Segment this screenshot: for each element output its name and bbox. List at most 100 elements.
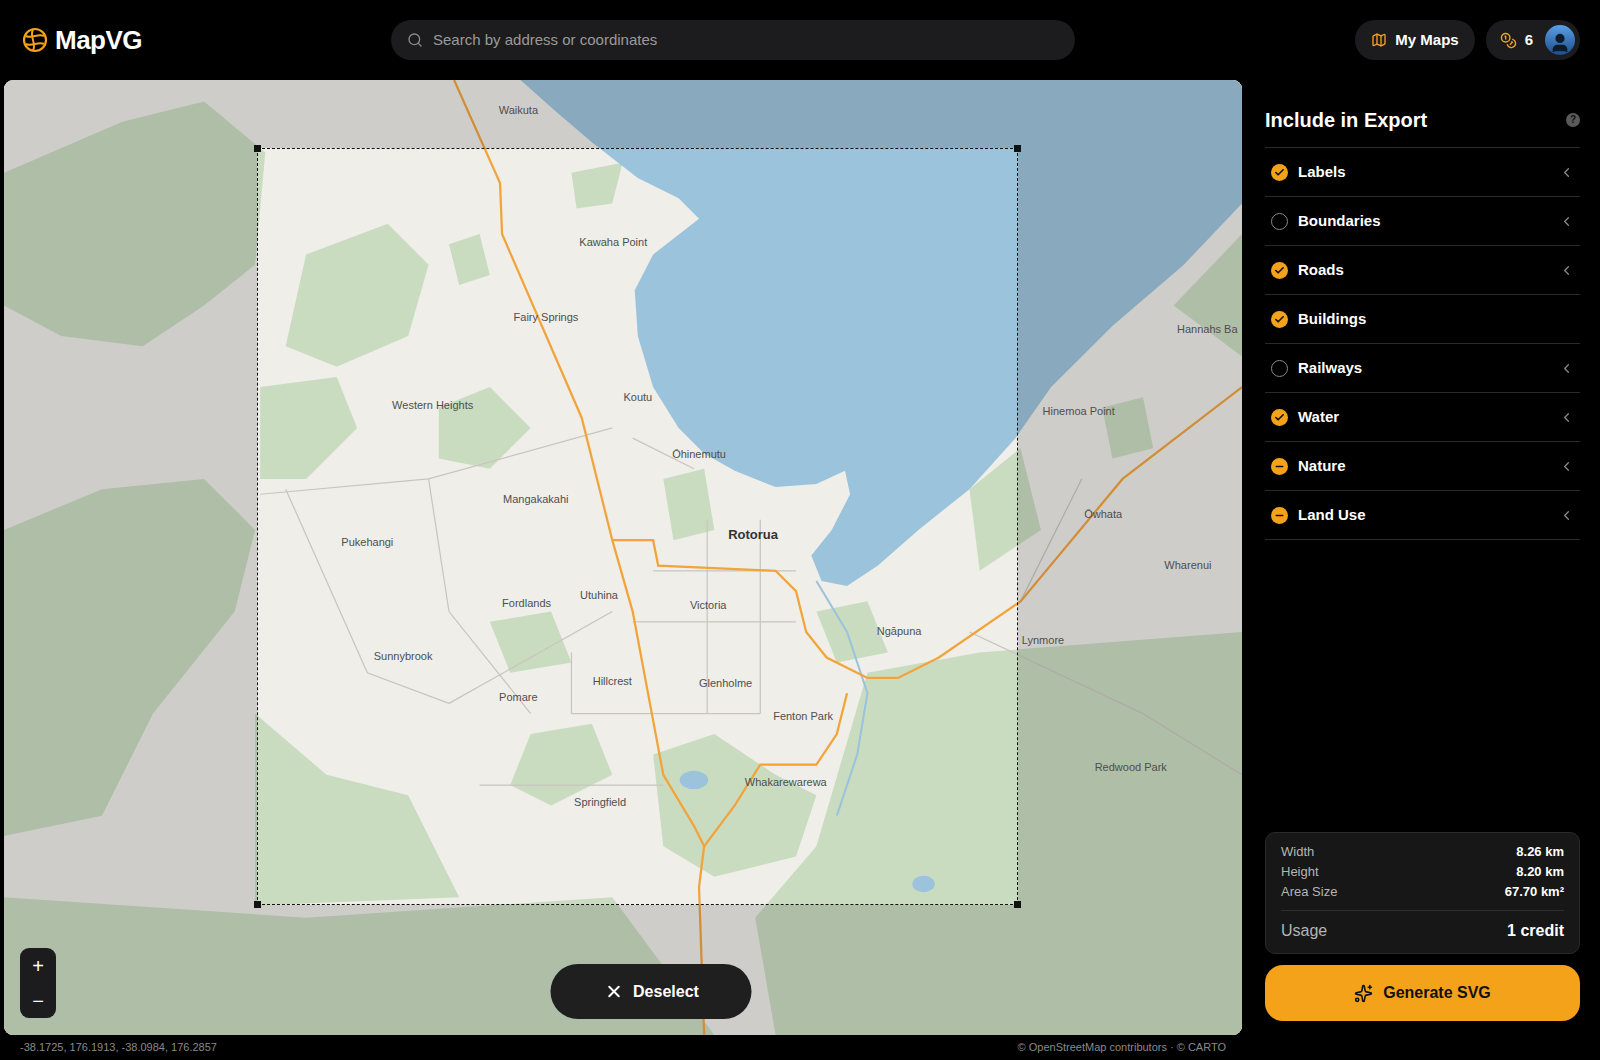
chevron-left-icon[interactable] <box>1559 263 1574 278</box>
map-drawing <box>4 80 1242 1035</box>
chevron-left-icon[interactable] <box>1559 459 1574 474</box>
place-label: Western Heights <box>392 397 473 414</box>
selection-handle[interactable] <box>1014 145 1021 152</box>
place-label: Springfield <box>574 794 626 811</box>
place-label: Ōhinemutu <box>672 446 726 463</box>
avatar-icon <box>1549 32 1571 54</box>
search-field[interactable]: Search by address or coordinates <box>391 20 1075 60</box>
app: MapVG Search by address or coordinates My … <box>0 0 1600 1060</box>
stats-card: Width8.26 kmHeight8.20 kmArea Size67.70 … <box>1265 832 1580 954</box>
place-label: Fenton Park <box>773 707 833 724</box>
checked-icon[interactable] <box>1271 262 1288 279</box>
checked-icon[interactable] <box>1271 409 1288 426</box>
chevron-left-icon[interactable] <box>1559 508 1574 523</box>
place-label: Whakarewarewa <box>745 774 827 791</box>
deselect-button[interactable]: Deselect <box>551 964 752 1019</box>
partial-icon[interactable] <box>1271 458 1288 475</box>
header-actions: My Maps 6 <box>1075 20 1600 60</box>
place-label: Victoria <box>690 597 726 614</box>
layer-label: Railways <box>1298 357 1362 380</box>
layer-label: Buildings <box>1298 308 1366 331</box>
usage-row: Usage1 credit <box>1281 919 1564 943</box>
generate-svg-button[interactable]: Generate SVG <box>1265 965 1580 1021</box>
my-maps-button[interactable]: My Maps <box>1355 20 1474 60</box>
checked-icon[interactable] <box>1271 164 1288 181</box>
map-icon <box>1371 32 1387 48</box>
layer-row[interactable]: Nature <box>1265 442 1580 491</box>
coins-icon <box>1500 32 1517 49</box>
layer-label: Roads <box>1298 259 1344 282</box>
chevron-left-icon[interactable] <box>1559 410 1574 425</box>
export-panel: Include in Export? Labels Boundaries Roads B… <box>1265 80 1580 1060</box>
place-label: Rotorua <box>728 525 778 545</box>
stat-row: Width8.26 km <box>1281 842 1564 862</box>
unchecked-icon[interactable] <box>1271 213 1288 230</box>
layer-list: Labels Boundaries Roads Buildings Railways Wa… <box>1265 148 1580 540</box>
place-label: Redwood Park <box>1095 758 1167 775</box>
layer-label: Nature <box>1298 455 1346 478</box>
place-label: Ōwhata <box>1084 505 1122 522</box>
layer-label: Labels <box>1298 161 1346 184</box>
layer-label: Land Use <box>1298 504 1366 527</box>
unchecked-icon[interactable] <box>1271 360 1288 377</box>
map[interactable]: Waikuta Kawaha Point Fairy Springs Western … <box>4 80 1242 1035</box>
credits-count: 6 <box>1525 29 1533 52</box>
avatar[interactable] <box>1545 25 1575 55</box>
map-footer: -38.1725, 176.1913, -38.0984, 176.2857 © … <box>4 1035 1242 1059</box>
place-label: Pukehangi <box>341 534 393 551</box>
layer-label: Boundaries <box>1298 210 1381 233</box>
partial-icon[interactable] <box>1271 507 1288 524</box>
place-label: Kawaha Point <box>579 234 647 251</box>
place-label: Glenholme <box>699 675 752 692</box>
place-label: Lynmore <box>1022 632 1064 649</box>
chevron-left-icon[interactable] <box>1559 165 1574 180</box>
layer-row[interactable]: Water <box>1265 393 1580 442</box>
place-label: Fairy Springs <box>514 308 579 325</box>
logo-text: MapVG <box>55 21 142 60</box>
place-label: Sunnybrook <box>374 648 433 665</box>
place-label: Utuhina <box>580 587 618 604</box>
layer-row[interactable]: Boundaries <box>1265 197 1580 246</box>
credits-pill[interactable]: 6 <box>1486 20 1580 60</box>
logo[interactable]: MapVG <box>0 21 391 60</box>
place-label: Mangakakahi <box>503 491 568 508</box>
layer-row[interactable]: Land Use <box>1265 491 1580 540</box>
selection-handle[interactable] <box>254 145 261 152</box>
chevron-left-icon[interactable] <box>1559 361 1574 376</box>
help-icon[interactable]: ? <box>1566 113 1580 127</box>
close-icon <box>604 982 623 1001</box>
stat-row: Area Size67.70 km² <box>1281 882 1564 902</box>
layer-row[interactable]: Railways <box>1265 344 1580 393</box>
export-title: Include in Export <box>1265 105 1427 135</box>
search-placeholder: Search by address or coordinates <box>433 29 657 52</box>
selection-box[interactable] <box>257 148 1017 905</box>
map-column: Waikuta Kawaha Point Fairy Springs Western … <box>4 80 1242 1060</box>
layer-label: Water <box>1298 406 1339 429</box>
selection-handle[interactable] <box>1014 901 1021 908</box>
sparkles-icon <box>1354 984 1373 1003</box>
layer-row[interactable]: Buildings <box>1265 295 1580 344</box>
stat-row: Height8.20 km <box>1281 862 1564 882</box>
checked-icon[interactable] <box>1271 311 1288 328</box>
place-label: Pomare <box>499 689 538 706</box>
layer-row[interactable]: Roads <box>1265 246 1580 295</box>
place-label: Hillcrest <box>593 673 632 690</box>
place-label: Hinemoa Point <box>1043 402 1115 419</box>
search-icon <box>407 32 423 48</box>
place-label: Waikuta <box>499 101 538 118</box>
selection-handle[interactable] <box>254 901 261 908</box>
logo-icon <box>22 27 48 53</box>
place-label: Fordlands <box>502 595 551 612</box>
divider <box>1281 910 1564 911</box>
export-header: Include in Export? <box>1265 105 1580 148</box>
chevron-left-icon[interactable] <box>1559 214 1574 229</box>
place-label: Koutu <box>623 389 652 406</box>
attribution: © OpenStreetMap contributors · © CARTO <box>1018 1039 1226 1056</box>
place-label: Ngāpuna <box>877 623 922 640</box>
zoom-controls: +− <box>20 948 56 1018</box>
zoom-button[interactable]: + <box>20 948 56 983</box>
place-label: Wharenui <box>1164 556 1211 573</box>
coordinates: -38.1725, 176.1913, -38.0984, 176.2857 <box>20 1039 217 1056</box>
zoom-button[interactable]: − <box>20 983 56 1018</box>
layer-row[interactable]: Labels <box>1265 148 1580 197</box>
